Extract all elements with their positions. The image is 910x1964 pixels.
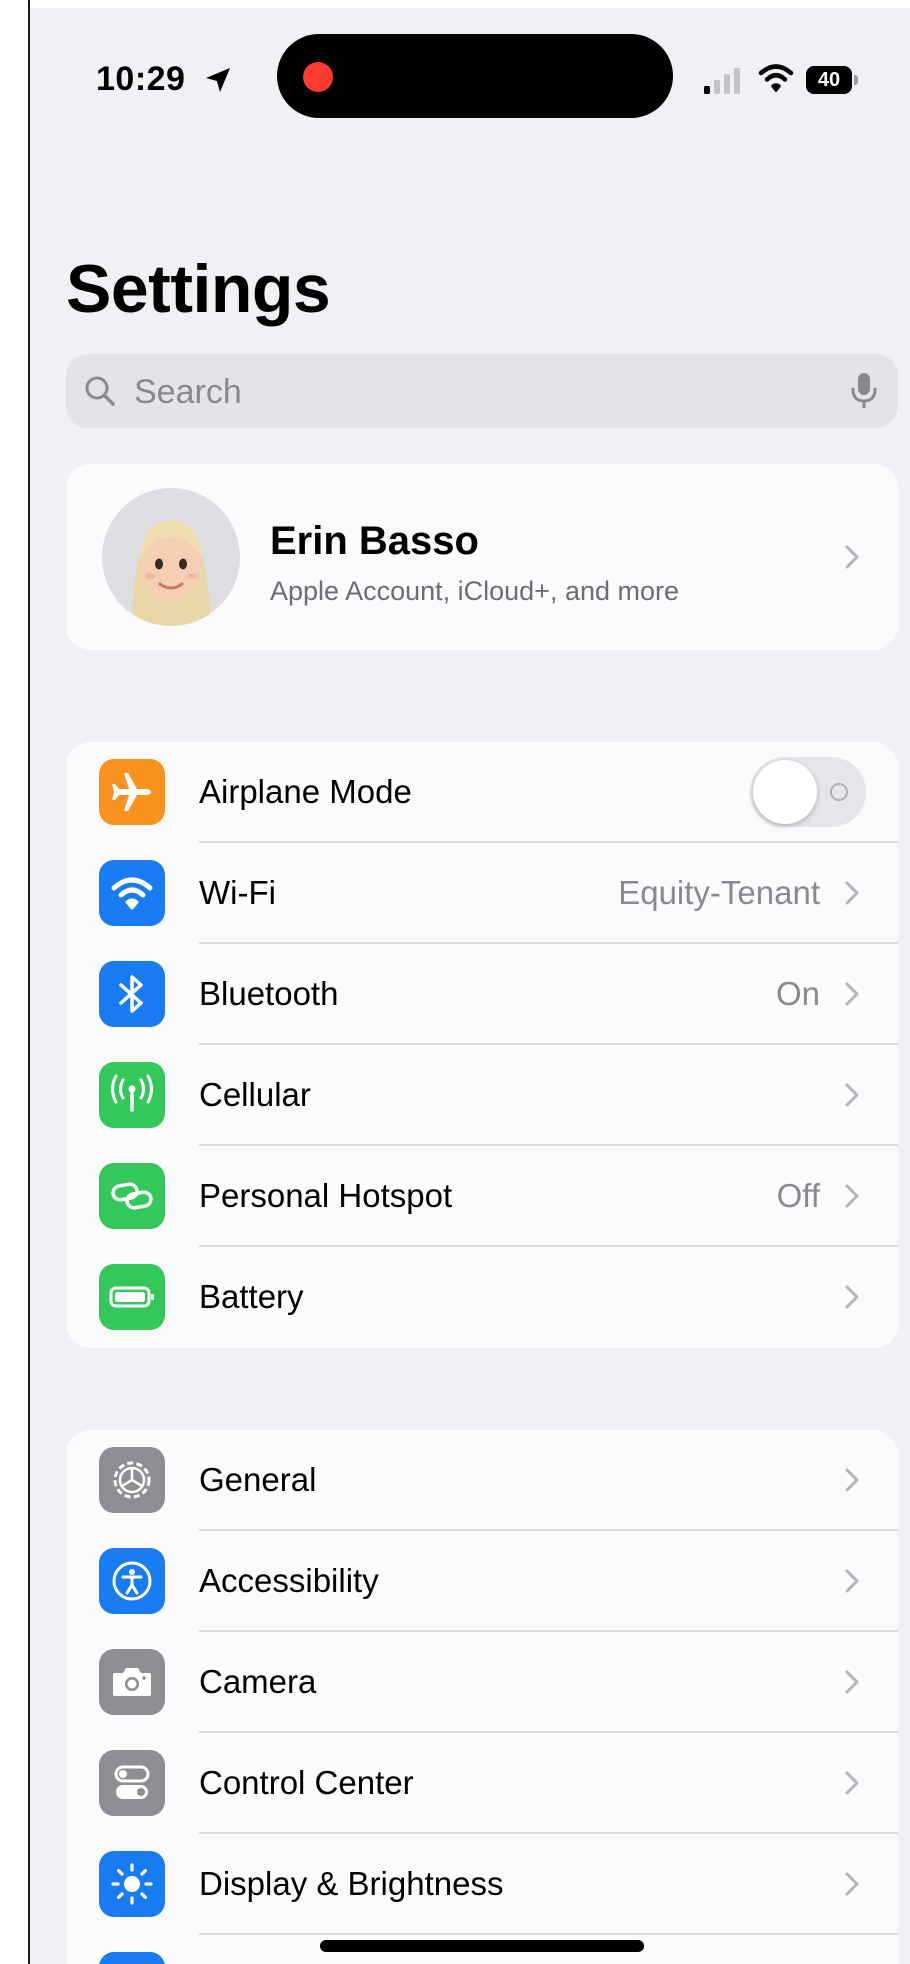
row-label: Display & Brightness [199,1865,504,1902]
system-settings-group: General Accessibility Camera Control Cen… [66,1430,898,1964]
row-label: Airplane Mode [199,773,412,810]
home-screen-icon [99,1952,165,1964]
connectivity-settings-group: Airplane Mode Wi-Fi Equity-Tenant Blueto… [66,742,898,1348]
home-indicator[interactable] [320,1940,644,1952]
settings-row-personal-hotspot[interactable]: Personal Hotspot Off [66,1146,898,1247]
accessibility-icon [99,1548,165,1614]
battery-nub [854,75,858,85]
settings-row-accessibility[interactable]: Accessibility [66,1531,898,1632]
profile-name: Erin Basso [270,519,479,563]
hotspot-status: Off [776,1177,820,1214]
row-label: Battery [199,1278,304,1315]
settings-row-display-brightness[interactable]: Display & Brightness [66,1834,898,1935]
location-arrow-icon [206,68,230,92]
sun-icon [99,1851,165,1917]
chevron-right-icon [845,1083,859,1107]
avatar [102,488,240,626]
row-label: Cellular [199,1076,311,1113]
row-label: Control Center [199,1764,414,1801]
settings-row-camera[interactable]: Camera [66,1632,898,1733]
chevron-right-icon [845,1771,859,1795]
camera-icon [99,1649,165,1715]
gear-icon [99,1447,165,1513]
page-title: Settings [66,251,331,327]
cellular-antenna-icon [99,1062,165,1128]
row-label: Accessibility [199,1562,379,1599]
row-label: General [199,1461,317,1498]
settings-row-control-center[interactable]: Control Center [66,1733,898,1834]
wifi-status-icon [758,64,794,92]
search-icon [85,376,115,406]
search-bar[interactable] [66,354,898,428]
cellular-signal-icon [704,68,740,94]
bluetooth-status: On [775,975,820,1012]
row-label: Personal Hotspot [199,1177,453,1214]
battery-percentage: 40 [806,66,852,94]
chevron-right-icon [845,1569,859,1593]
battery-icon [99,1264,165,1330]
status-time: 10:29 [96,60,186,98]
chevron-right-icon [845,1285,859,1309]
microphone-icon[interactable] [848,371,880,411]
profile-subtitle: Apple Account, iCloud+, and more [270,576,680,606]
chevron-right-icon [845,982,859,1006]
airplane-mode-toggle[interactable] [750,757,866,827]
wifi-icon [99,860,165,926]
settings-row-bluetooth[interactable]: Bluetooth On [66,944,898,1045]
settings-row-general[interactable]: General [66,1430,898,1531]
control-center-icon [99,1750,165,1816]
row-label: Camera [199,1663,317,1700]
wifi-network-name: Equity-Tenant [618,874,820,911]
airplane-icon [99,759,165,825]
search-input[interactable] [132,366,816,418]
hotspot-icon [99,1163,165,1229]
battery-status-icon: 40 [806,66,858,94]
settings-row-airplane-mode[interactable]: Airplane Mode [66,742,898,843]
apple-account-card[interactable]: Erin Basso Apple Account, iCloud+, and m… [66,464,898,650]
settings-row-battery[interactable]: Battery [66,1247,898,1348]
toggle-knob [753,760,817,824]
settings-row-cellular[interactable]: Cellular [66,1045,898,1146]
settings-screen: 10:29 40 Settings Search Erin Basso Appl… [30,8,910,1964]
chevron-right-icon [845,1184,859,1208]
chevron-right-icon [845,1670,859,1694]
row-label: Bluetooth [199,975,339,1012]
memoji-avatar-icon [132,520,210,626]
toggle-off-indicator-icon [830,783,848,801]
chevron-right-icon [845,1872,859,1896]
chevron-right-icon [845,545,859,569]
recording-indicator-icon [303,62,333,92]
row-label: Wi-Fi [199,874,276,911]
dynamic-island[interactable] [277,34,673,118]
chevron-right-icon [845,1468,859,1492]
bluetooth-icon [99,961,165,1027]
chevron-right-icon [845,881,859,905]
status-bar: 10:29 40 [30,8,910,118]
settings-row-wifi[interactable]: Wi-Fi Equity-Tenant [66,843,898,944]
